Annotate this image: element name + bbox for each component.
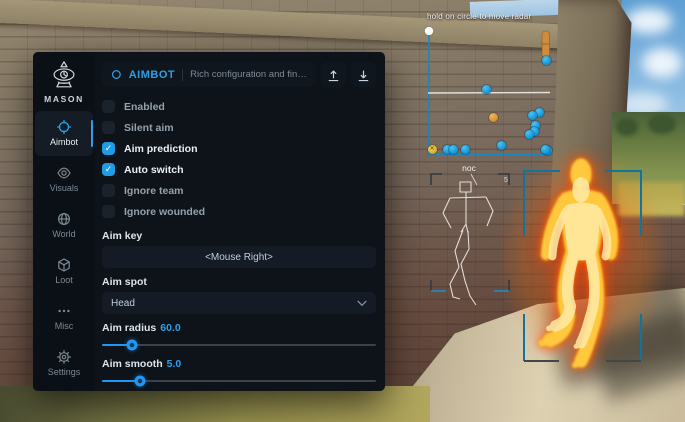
grass-strip — [0, 386, 430, 422]
checkbox — [102, 184, 115, 197]
screenshot-root: noc 5 ✕ hold on circle to move radar — [0, 0, 685, 422]
checkbox — [102, 163, 115, 176]
aim-key-button[interactable]: <Mouse Right> — [102, 246, 376, 268]
sidebar-item-world[interactable]: World — [35, 203, 93, 248]
aim-key-label: Aim key — [102, 230, 376, 242]
page-title: AIMBOT — [129, 69, 175, 81]
chevron-down-icon — [357, 300, 367, 307]
checkbox — [102, 142, 115, 155]
sidebar: MASON Aimbot Visuals — [33, 52, 95, 391]
import-config-button[interactable] — [321, 62, 346, 87]
sidebar-item-misc[interactable]: Misc — [35, 295, 93, 340]
aim-smooth-value: 5.0 — [167, 358, 182, 370]
panel-header: AIMBOT Rich configuration and fine-tunin… — [102, 62, 376, 87]
gear-icon — [57, 350, 71, 364]
checkbox-aim-prediction[interactable]: Aim prediction — [102, 138, 376, 159]
checkbox-ignore-team[interactable]: Ignore team — [102, 180, 376, 201]
aim-radius-label: Aim radius60.0 — [102, 322, 376, 334]
cube-icon — [57, 258, 71, 272]
checkbox-enabled[interactable]: Enabled — [102, 96, 376, 117]
sidebar-item-settings[interactable]: Settings — [35, 341, 93, 386]
export-config-button[interactable] — [351, 62, 376, 87]
slider-track — [102, 344, 376, 347]
page-subtitle: Rich configuration and fine-tuning — [190, 69, 307, 80]
header-title-bar: AIMBOT Rich configuration and fine-tunin… — [102, 62, 316, 87]
aim-spot-value: Head — [111, 298, 135, 309]
checkbox-auto-switch[interactable]: Auto switch — [102, 159, 376, 180]
panel-main: AIMBOT Rich configuration and fine-tunin… — [95, 52, 385, 391]
aim-smooth-slider[interactable] — [102, 375, 376, 386]
slider-thumb[interactable] — [135, 376, 146, 387]
brand-logo: MASON — [44, 60, 84, 104]
upload-icon — [327, 68, 340, 82]
checkbox — [102, 121, 115, 134]
checkbox-silent-aim[interactable]: Silent aim — [102, 117, 376, 138]
aim-spot-select[interactable]: Head — [102, 292, 376, 314]
checkbox-ignore-wounded[interactable]: Ignore wounded — [102, 201, 376, 222]
brand-name: MASON — [44, 94, 84, 104]
aim-smooth-label: Aim smooth5.0 — [102, 358, 376, 370]
sidebar-nav: Aimbot Visuals World — [33, 111, 95, 386]
ellipsis-icon — [57, 304, 71, 318]
aim-spot-label: Aim spot — [102, 276, 376, 288]
slider-thumb[interactable] — [127, 340, 138, 351]
aim-radius-value: 60.0 — [160, 322, 180, 334]
aimbot-ring-icon — [111, 68, 122, 81]
cheat-menu-panel: MASON Aimbot Visuals — [33, 52, 385, 391]
sidebar-item-loot[interactable]: Loot — [35, 249, 93, 294]
eye-icon — [57, 166, 71, 180]
radar-hint-text: hold on circle to move radar — [427, 12, 531, 21]
sidebar-item-visuals[interactable]: Visuals — [35, 157, 93, 202]
header-divider — [182, 69, 183, 81]
cloud — [626, 8, 672, 34]
globe-icon — [57, 212, 71, 226]
download-icon — [357, 68, 370, 82]
checkbox — [102, 100, 115, 113]
cloud — [642, 48, 682, 78]
mason-eye-icon — [46, 60, 82, 92]
sidebar-item-aimbot[interactable]: Aimbot — [35, 111, 93, 156]
checkbox — [102, 205, 115, 218]
crosshair-icon — [57, 120, 71, 134]
aim-radius-slider[interactable] — [102, 339, 376, 350]
